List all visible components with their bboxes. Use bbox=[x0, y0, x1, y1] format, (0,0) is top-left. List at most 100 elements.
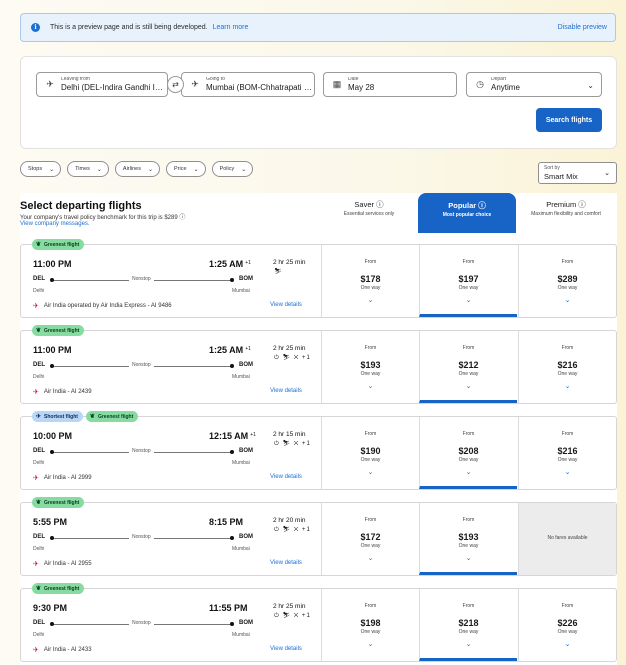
origin-city: Delhi bbox=[33, 546, 45, 552]
fare-cell[interactable]: From $193 One way ⌄ bbox=[321, 331, 419, 403]
filter-policy[interactable]: Policy ⌄ bbox=[211, 161, 254, 177]
chevron-down-icon[interactable]: ⌄ bbox=[420, 641, 517, 648]
chevron-down-icon: ⌄ bbox=[604, 170, 610, 177]
fare-cell[interactable]: From $178 One way ⌄ bbox=[321, 245, 419, 317]
chevron-down-icon[interactable]: ⌄ bbox=[322, 383, 419, 390]
view-details-link[interactable]: View details bbox=[270, 302, 302, 308]
learn-more-link[interactable]: Learn more bbox=[213, 24, 249, 31]
fare-cell[interactable]: From $226 One way ⌄ bbox=[518, 589, 616, 661]
chevron-down-icon[interactable]: ⌄ bbox=[519, 469, 616, 476]
column-name-text: Saver bbox=[354, 200, 374, 209]
chevron-down-icon[interactable]: ⌄ bbox=[322, 469, 419, 476]
from-label: From bbox=[462, 517, 475, 523]
fare-cell[interactable]: From $218 One way ⌄ bbox=[419, 589, 517, 661]
view-details-link[interactable]: View details bbox=[270, 560, 302, 566]
nonstop-label: Nonstop bbox=[129, 362, 154, 368]
from-label: From bbox=[364, 517, 377, 523]
column-saver: Saver ⓘ Essential services only bbox=[320, 201, 418, 217]
info-icon[interactable]: ⓘ bbox=[578, 200, 586, 209]
from-label: From bbox=[462, 259, 475, 265]
fare-price: $216 bbox=[557, 360, 578, 370]
fare-price: $226 bbox=[557, 618, 578, 628]
fare-cell[interactable]: From $193 One way ⌄ bbox=[419, 503, 517, 575]
leaving-from-label: Leaving from bbox=[61, 77, 90, 82]
view-details-link[interactable]: View details bbox=[270, 388, 302, 394]
chevron-down-icon[interactable]: ⌄ bbox=[322, 297, 419, 304]
one-way-label: One way bbox=[557, 371, 578, 377]
departure-time: 10:00 PM bbox=[33, 431, 73, 441]
filter-price[interactable]: Price ⌄ bbox=[166, 161, 206, 177]
fare-cell[interactable]: From $212 One way ⌄ bbox=[419, 331, 517, 403]
filter-airlines[interactable]: Airlines ⌄ bbox=[114, 161, 160, 177]
chevron-down-icon[interactable]: ⌄ bbox=[519, 297, 616, 304]
info-icon[interactable]: ⓘ bbox=[478, 201, 486, 210]
view-details-link[interactable]: View details bbox=[270, 474, 302, 480]
from-label: From bbox=[462, 603, 475, 609]
chevron-down-icon[interactable]: ⌄ bbox=[519, 641, 616, 648]
destination-code: BOM bbox=[239, 534, 253, 540]
fare-cell-unavailable: No fares available bbox=[518, 503, 616, 575]
depart-time-select[interactable]: ◷ Depart Anytime ⌄ bbox=[466, 72, 602, 97]
fare-cell[interactable]: From $216 One way ⌄ bbox=[518, 331, 616, 403]
date-field[interactable]: ▦ Date May 28 bbox=[323, 72, 457, 97]
next-day-indicator: +1 bbox=[250, 432, 256, 438]
info-icon[interactable]: ⓘ bbox=[179, 215, 185, 221]
flight-card[interactable]: ❦ Greenest flight 11:00 PM 1:25 AM +1 DEL Nons… bbox=[20, 239, 617, 318]
from-label: From bbox=[364, 603, 377, 609]
chevron-down-icon[interactable]: ⌄ bbox=[519, 383, 616, 390]
origin-code: DEL bbox=[33, 448, 45, 454]
chevron-down-icon[interactable]: ⌄ bbox=[420, 555, 517, 562]
swap-icon[interactable]: ⇄ bbox=[167, 76, 184, 93]
filter-stops[interactable]: Stops ⌄ bbox=[20, 161, 62, 177]
chevron-down-icon[interactable]: ⌄ bbox=[322, 555, 419, 562]
fare-cell[interactable]: From $216 One way ⌄ bbox=[518, 417, 616, 489]
banner-message: This is a preview page and is still bein… bbox=[50, 24, 208, 31]
flight-card[interactable]: ❦ Greenest flight 9:30 PM 11:55 PM DEL Nonsto… bbox=[20, 583, 617, 662]
company-messages-link[interactable]: View company messages. bbox=[20, 221, 90, 227]
filter-times[interactable]: Times ⌄ bbox=[67, 161, 109, 177]
fare-cell[interactable]: From $198 One way ⌄ bbox=[321, 589, 419, 661]
flight-tags: ❦ Greenest flight bbox=[32, 239, 85, 250]
flight-card[interactable]: ❦ Greenest flight 5:55 PM 8:15 PM DEL Nonstop… bbox=[20, 497, 617, 576]
fare-cell[interactable]: From $208 One way ⌄ bbox=[419, 417, 517, 489]
going-to-field[interactable]: ✈ Going to Mumbai (BOM-Chhatrapati Shiva… bbox=[181, 72, 315, 97]
sort-select[interactable]: Sort by Smart Mix ⌄ bbox=[538, 162, 617, 184]
search-flights-button[interactable]: Search flights bbox=[536, 108, 602, 132]
flight-duration: 2 hr 25 min bbox=[273, 259, 306, 266]
airline-text: Air India - AI 2439 bbox=[43, 389, 92, 395]
origin-dot bbox=[50, 364, 54, 368]
info-icon: i bbox=[31, 23, 40, 32]
leaving-from-field[interactable]: ✈ Leaving from Delhi (DEL-Indira Gandhi … bbox=[36, 72, 168, 97]
airline-logo-icon: ✈ bbox=[33, 475, 39, 482]
chevron-down-icon[interactable]: ⌄ bbox=[420, 383, 517, 390]
flight-card[interactable]: ✈ Shortest flight ❦ Greenest flight 10:00 PM… bbox=[20, 411, 617, 490]
chevron-down-icon[interactable]: ⌄ bbox=[420, 469, 517, 476]
info-icon[interactable]: ⓘ bbox=[376, 200, 384, 209]
flight-card[interactable]: ❦ Greenest flight 11:00 PM 1:25 AM +1 DEL Nons… bbox=[20, 325, 617, 404]
one-way-label: One way bbox=[458, 371, 479, 377]
fare-cell[interactable]: From $190 One way ⌄ bbox=[321, 417, 419, 489]
from-label: From bbox=[364, 259, 377, 265]
fare-price: $208 bbox=[458, 446, 479, 456]
disable-preview-link[interactable]: Disable preview bbox=[558, 24, 607, 31]
fare-price: $198 bbox=[360, 618, 381, 628]
amenities-icons: ⏻ ⛷ ✕ +1 bbox=[274, 613, 311, 619]
origin-dot bbox=[50, 278, 54, 282]
destination-dot bbox=[230, 278, 234, 282]
destination-city: Mumbai bbox=[232, 288, 250, 294]
view-details-link[interactable]: View details bbox=[270, 646, 302, 652]
leaf-icon: ❦ bbox=[36, 586, 42, 592]
fare-cell[interactable]: From $197 One way ⌄ bbox=[419, 245, 517, 317]
destination-code: BOM bbox=[239, 362, 253, 368]
no-fares-text: No fares available bbox=[547, 535, 588, 541]
fare-cell[interactable]: From $289 One way ⌄ bbox=[518, 245, 616, 317]
going-to-value: Mumbai (BOM-Chhatrapati Shivaji Intl.) bbox=[206, 84, 314, 92]
filter-label: Times bbox=[75, 166, 90, 172]
chevron-down-icon[interactable]: ⌄ bbox=[420, 297, 517, 304]
chevron-down-icon[interactable]: ⌄ bbox=[322, 641, 419, 648]
arrival-time: 1:25 AM +1 bbox=[209, 345, 251, 355]
origin-city: Delhi bbox=[33, 460, 45, 466]
fare-price: $212 bbox=[458, 360, 479, 370]
fare-cell[interactable]: From $172 One way ⌄ bbox=[321, 503, 419, 575]
date-label: Date bbox=[348, 77, 359, 82]
